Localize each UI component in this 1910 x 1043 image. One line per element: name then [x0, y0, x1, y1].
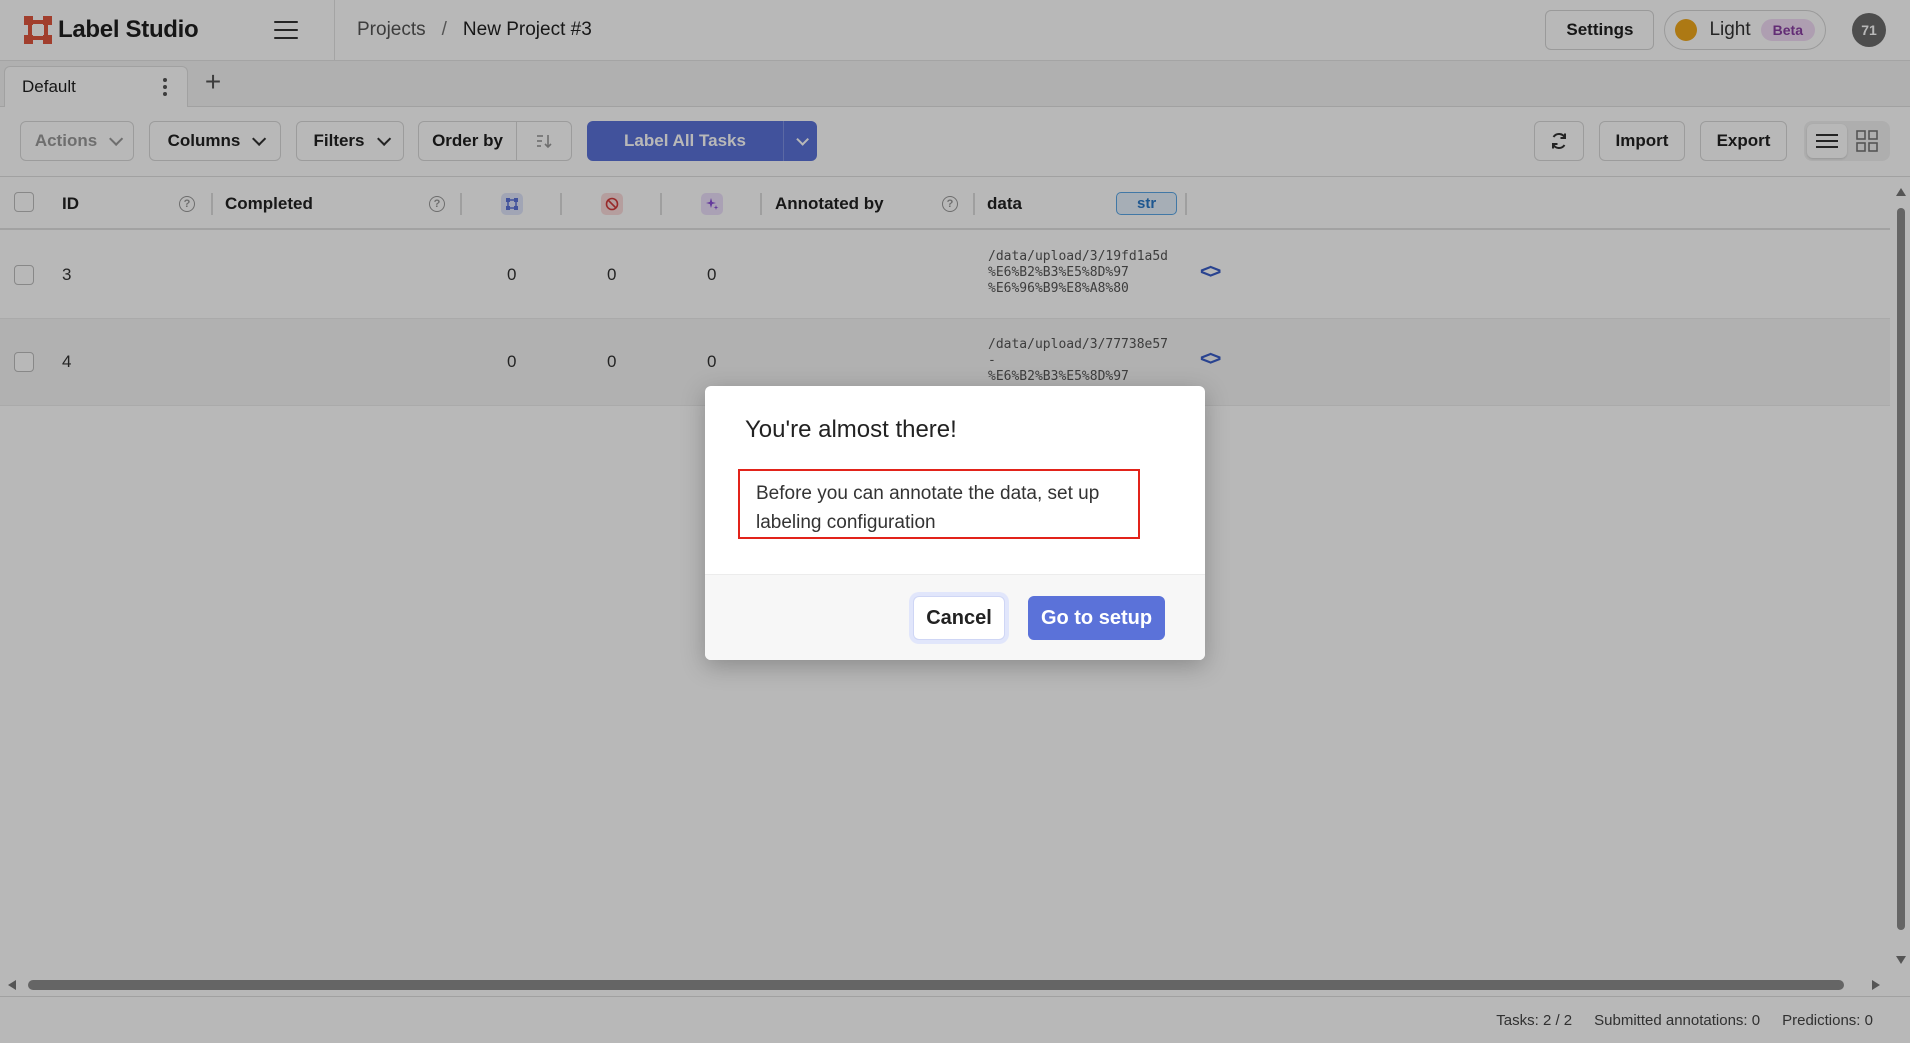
cancel-button[interactable]: Cancel: [913, 596, 1005, 640]
setup-required-dialog: You're almost there! Before you can anno…: [705, 386, 1205, 660]
dialog-message: Before you can annotate the data, set up…: [738, 469, 1140, 539]
dialog-footer: Cancel Go to setup: [705, 574, 1205, 660]
app-root: Label Studio Projects / New Project #3 S…: [0, 0, 1910, 1043]
go-to-setup-button[interactable]: Go to setup: [1028, 596, 1165, 640]
dialog-title: You're almost there!: [745, 416, 957, 443]
